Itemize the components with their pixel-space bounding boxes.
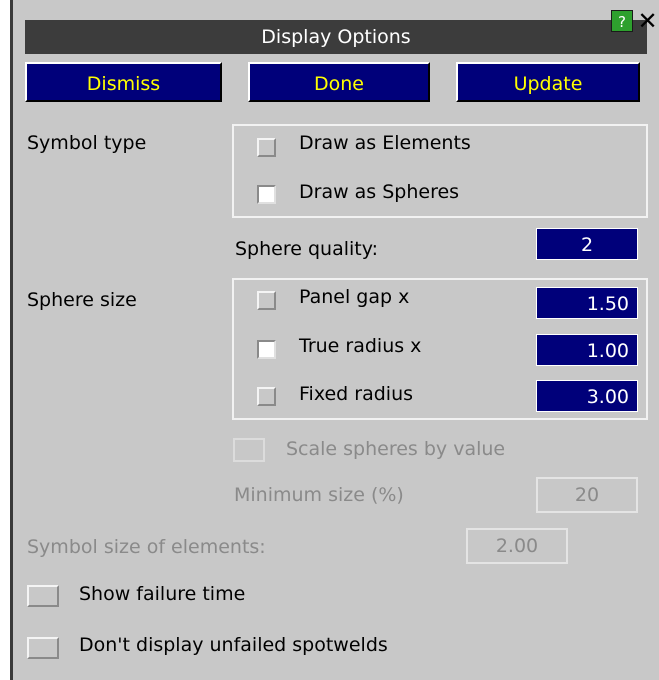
symbol-size-label: Symbol size of elements: (27, 536, 266, 558)
sphere-quality-input[interactable]: 2 (536, 228, 638, 260)
close-icon[interactable]: ✕ (636, 6, 659, 36)
left-border (0, 0, 10, 680)
sphere-size-label: Sphere size (27, 289, 137, 311)
show-failure-time-checkbox[interactable] (27, 585, 59, 607)
panel-gap-input[interactable]: 1.50 (536, 287, 638, 319)
dont-display-unfailed-label: Don't display unfailed spotwelds (79, 634, 388, 656)
update-button[interactable]: Update (456, 62, 640, 102)
sphere-quality-label: Sphere quality: (235, 238, 378, 260)
fixed-radius-input[interactable]: 3.00 (536, 380, 638, 412)
symbol-type-label: Symbol type (27, 132, 147, 154)
draw-as-spheres-checkbox[interactable] (257, 185, 276, 204)
minimum-size-label: Minimum size (%) (234, 484, 404, 506)
dont-display-unfailed-checkbox[interactable] (27, 637, 59, 659)
symbol-size-input[interactable]: 2.00 (466, 528, 568, 564)
panel-gap-checkbox[interactable] (257, 291, 276, 310)
draw-as-elements-checkbox[interactable] (257, 138, 276, 157)
fixed-radius-label: Fixed radius (299, 383, 414, 405)
true-radius-label: True radius x (299, 335, 422, 357)
done-button[interactable]: Done (248, 62, 430, 102)
fixed-radius-checkbox[interactable] (257, 387, 276, 406)
draw-as-spheres-label: Draw as Spheres (299, 181, 460, 203)
scale-spheres-checkbox[interactable] (233, 438, 265, 462)
left-border-line (10, 0, 13, 680)
dismiss-button[interactable]: Dismiss (25, 62, 222, 102)
true-radius-input[interactable]: 1.00 (536, 334, 638, 366)
show-failure-time-label: Show failure time (79, 583, 246, 605)
minimum-size-input[interactable]: 20 (536, 477, 638, 513)
panel-gap-label: Panel gap x (299, 286, 410, 308)
help-icon[interactable]: ? (611, 10, 633, 32)
true-radius-checkbox[interactable] (257, 340, 276, 359)
window-title: Display Options (25, 20, 647, 54)
scale-spheres-label: Scale spheres by value (286, 438, 506, 460)
display-options-panel: Display Options ? ✕ Dismiss Done Update … (0, 0, 659, 680)
draw-as-elements-label: Draw as Elements (299, 132, 471, 154)
